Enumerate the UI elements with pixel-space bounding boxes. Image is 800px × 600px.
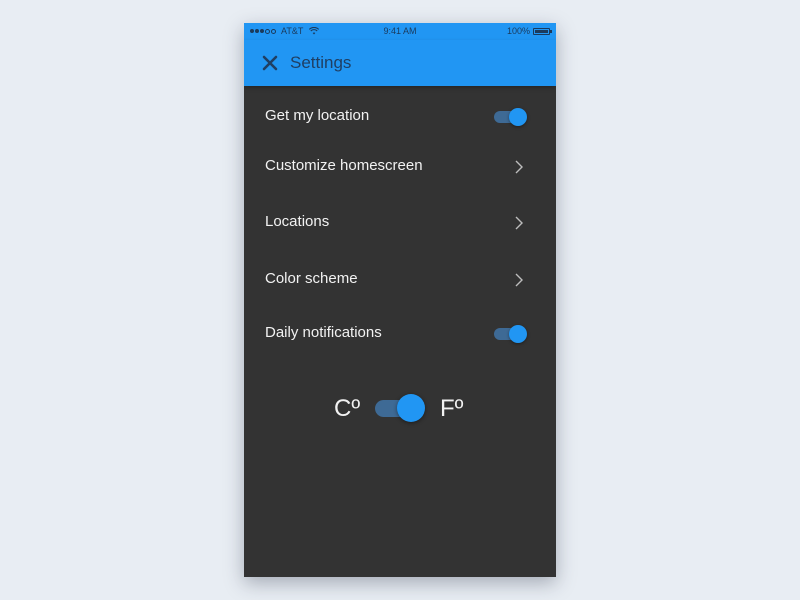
chevron-right-icon [515,273,523,287]
chevron-right-icon [515,160,523,174]
settings-item-customize-homescreen[interactable]: Customize homescreen [244,142,556,192]
fahrenheit-label[interactable]: Fº [440,395,463,423]
toggle-thumb [509,325,527,343]
settings-item-label: Customize homescreen [265,157,423,174]
settings-item-color-scheme[interactable]: Color scheme [244,255,556,305]
toggle-thumb [509,108,527,126]
settings-item-label: Locations [265,213,330,230]
phone-screen: AT&T 9:41 AM 100% Settings Get my locati… [244,23,556,577]
app-bar: Settings [244,40,556,86]
settings-item-locations[interactable]: Locations [244,198,556,248]
page-title: Settings [290,53,352,72]
temperature-unit-switch: Cº Fº [244,391,556,427]
settings-item-daily-notifications[interactable]: Daily notifications [244,309,556,359]
settings-item-get-my-location[interactable]: Get my location [244,92,556,142]
chevron-right-icon [515,216,523,230]
temperature-unit-toggle[interactable] [375,394,425,422]
settings-item-label: Color scheme [265,270,358,287]
battery-percentage: 100% [506,26,530,36]
status-right: 100% [506,26,552,36]
celsius-label[interactable]: Cº [334,395,360,423]
location-toggle[interactable] [494,108,527,126]
status-bar: AT&T 9:41 AM 100% [244,23,556,40]
close-icon[interactable] [261,54,279,72]
toggle-thumb [397,394,425,422]
settings-item-label: Daily notifications [265,324,382,341]
battery-icon [533,27,552,35]
notifications-toggle[interactable] [494,325,527,343]
settings-item-label: Get my location [265,107,370,124]
